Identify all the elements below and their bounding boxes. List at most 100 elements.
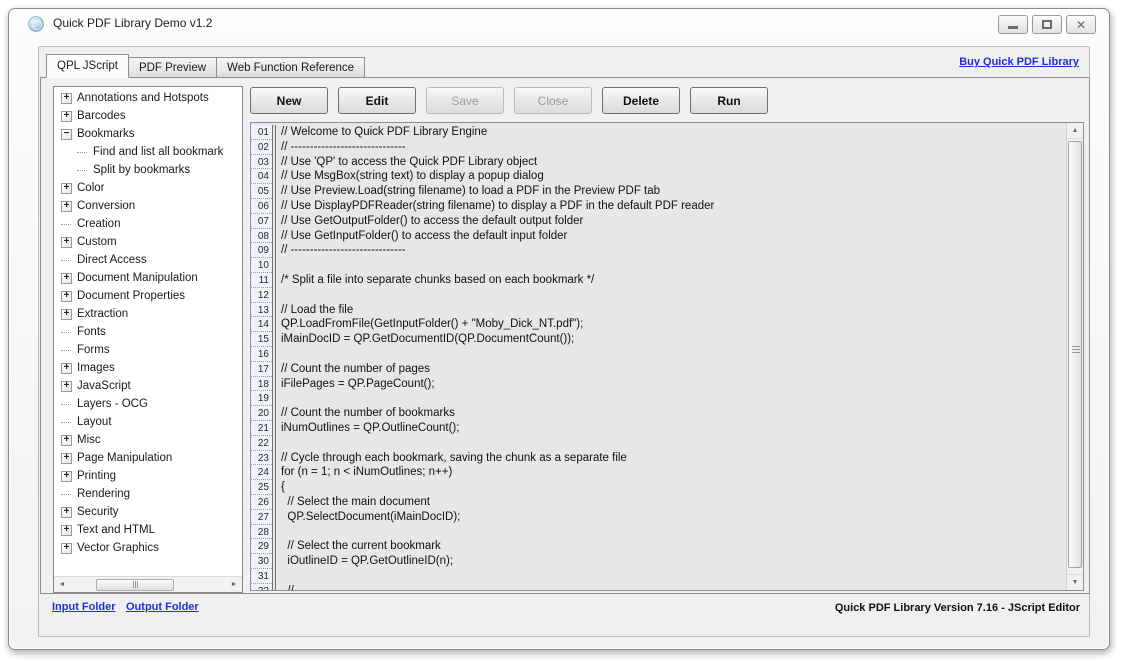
editor-vertical-scrollbar[interactable]: ▲ ▼ bbox=[1066, 123, 1083, 590]
app-icon bbox=[28, 16, 44, 32]
tree-item-annotations-and-hotspots[interactable]: + Annotations and Hotspots bbox=[54, 89, 242, 107]
tree-item-label: Layers - OCG bbox=[77, 398, 148, 410]
tree-item-color[interactable]: +Color bbox=[54, 179, 242, 197]
tree-item-forms[interactable]: Forms bbox=[54, 341, 242, 359]
line-number: 08 bbox=[251, 229, 272, 244]
tab-qpl-jscript[interactable]: QPL JScript bbox=[46, 54, 129, 78]
line-number: 17 bbox=[251, 362, 272, 377]
tree-item-page-manipulation[interactable]: +Page Manipulation bbox=[54, 449, 242, 467]
expand-icon[interactable]: + bbox=[61, 93, 72, 104]
run-button[interactable]: Run bbox=[690, 87, 768, 114]
tree-item-creation[interactable]: Creation bbox=[54, 215, 242, 233]
expand-icon[interactable]: + bbox=[61, 543, 72, 554]
code-line: 16 bbox=[251, 347, 1066, 362]
code-editor[interactable]: 01// Welcome to Quick PDF Library Engine… bbox=[250, 122, 1084, 591]
code-text: // Welcome to Quick PDF Library Engine bbox=[276, 125, 1066, 140]
script-category-tree[interactable]: + Annotations and Hotspots +Barcodes−Bookm… bbox=[53, 86, 243, 593]
tree-item-custom[interactable]: +Custom bbox=[54, 233, 242, 251]
code-line: 05// Use Preview.Load(string filename) t… bbox=[251, 184, 1066, 199]
line-number: 13 bbox=[251, 303, 272, 318]
tree-item-direct-access[interactable]: Direct Access bbox=[54, 251, 242, 269]
tree-item-conversion[interactable]: +Conversion bbox=[54, 197, 242, 215]
code-line: 24for (n = 1; n < iNumOutlines; n++) bbox=[251, 465, 1066, 480]
code-line: 15iMainDocID = QP.GetDocumentID(QP.Docum… bbox=[251, 332, 1066, 347]
editor-vscroll-thumb[interactable] bbox=[1068, 141, 1082, 568]
edit-button[interactable]: Edit bbox=[338, 87, 416, 114]
tree-hscroll-thumb[interactable] bbox=[96, 579, 174, 591]
code-text: // ... bbox=[276, 584, 1066, 590]
scroll-right-icon[interactable]: ► bbox=[226, 577, 242, 593]
expand-icon[interactable]: + bbox=[61, 111, 72, 122]
app-window: Quick PDF Library Demo v1.2 ✕ QPL JScrip… bbox=[8, 8, 1110, 650]
collapse-icon[interactable]: − bbox=[61, 129, 72, 140]
close-button[interactable]: ✕ bbox=[1066, 15, 1096, 34]
tree-item-fonts[interactable]: Fonts bbox=[54, 323, 242, 341]
main-panel: QPL JScriptPDF PreviewWeb Function Refer… bbox=[38, 46, 1090, 637]
code-line: 02// ------------------------------ bbox=[251, 140, 1066, 155]
new-button[interactable]: New bbox=[250, 87, 328, 114]
tree-item-document-manipulation[interactable]: +Document Manipulation bbox=[54, 269, 242, 287]
tree-item-printing[interactable]: +Printing bbox=[54, 467, 242, 485]
tree-item-images[interactable]: +Images bbox=[54, 359, 242, 377]
code-text: iNumOutlines = QP.OutlineCount(); bbox=[276, 421, 1066, 436]
tree-item-layout[interactable]: Layout bbox=[54, 413, 242, 431]
tree-item-vector-graphics[interactable]: +Vector Graphics bbox=[54, 539, 242, 557]
code-text: // Load the file bbox=[276, 303, 1066, 318]
expand-icon[interactable]: + bbox=[61, 471, 72, 482]
tree-item-text-and-html[interactable]: +Text and HTML bbox=[54, 521, 242, 539]
tree-item-misc[interactable]: + Misc bbox=[54, 431, 242, 449]
minimize-button[interactable] bbox=[998, 15, 1028, 34]
tree-item-security[interactable]: +Security bbox=[54, 503, 242, 521]
expand-icon[interactable]: + bbox=[61, 291, 72, 302]
tree-item-extraction[interactable]: +Extraction bbox=[54, 305, 242, 323]
tree-item-split-by-bookmarks[interactable]: Split by bookmarks bbox=[54, 161, 242, 179]
code-text: // Select the current bookmark bbox=[276, 539, 1066, 554]
scroll-up-icon[interactable]: ▲ bbox=[1067, 123, 1083, 139]
expand-icon[interactable]: + bbox=[61, 507, 72, 518]
scroll-left-icon[interactable]: ◄ bbox=[54, 577, 70, 593]
line-number: 11 bbox=[251, 273, 272, 288]
buy-quick-pdf-library-link[interactable]: Buy Quick PDF Library bbox=[959, 56, 1079, 68]
tree-item-find-and-list-all-bookmark[interactable]: Find and list all bookmark bbox=[54, 143, 242, 161]
code-text: for (n = 1; n < iNumOutlines; n++) bbox=[276, 465, 1066, 480]
expand-icon[interactable]: + bbox=[61, 309, 72, 320]
input-folder-link[interactable]: Input Folder bbox=[52, 601, 116, 613]
tab-web-function-reference[interactable]: Web Function Reference bbox=[217, 57, 365, 78]
delete-button[interactable]: Delete bbox=[602, 87, 680, 114]
output-folder-link[interactable]: Output Folder bbox=[126, 601, 199, 613]
tree-item-barcodes[interactable]: +Barcodes bbox=[54, 107, 242, 125]
tree-leaf-connector bbox=[61, 404, 71, 405]
expand-icon[interactable]: + bbox=[61, 435, 72, 446]
title-bar[interactable]: Quick PDF Library Demo v1.2 ✕ bbox=[9, 9, 1109, 39]
tree-item-rendering[interactable]: Rendering bbox=[54, 485, 242, 503]
expand-icon[interactable]: + bbox=[61, 453, 72, 464]
scroll-down-icon[interactable]: ▼ bbox=[1067, 574, 1083, 590]
tree-leaf-connector bbox=[61, 422, 71, 423]
tree-item-label: Creation bbox=[77, 218, 120, 230]
tree-item-document-properties[interactable]: +Document Properties bbox=[54, 287, 242, 305]
tree-item-label: Misc bbox=[77, 434, 101, 446]
tab-pdf-preview[interactable]: PDF Preview bbox=[129, 57, 217, 78]
line-number: 10 bbox=[251, 258, 272, 273]
maximize-button[interactable] bbox=[1032, 15, 1062, 34]
editor-toolbar: NewEditSaveCloseDeleteRun bbox=[250, 87, 768, 114]
line-number: 26 bbox=[251, 495, 272, 510]
code-text: // Use GetOutputFolder() to access the d… bbox=[276, 214, 1066, 229]
code-text: QP.LoadFromFile(GetInputFolder() + "Moby… bbox=[276, 317, 1066, 332]
tree-item-bookmarks[interactable]: −Bookmarks bbox=[54, 125, 242, 143]
expand-icon[interactable]: + bbox=[61, 201, 72, 212]
tree-item-javascript[interactable]: +JavaScript bbox=[54, 377, 242, 395]
expand-icon[interactable]: + bbox=[61, 237, 72, 248]
expand-icon[interactable]: + bbox=[61, 525, 72, 536]
code-text bbox=[276, 436, 1066, 451]
line-number: 27 bbox=[251, 510, 272, 525]
expand-icon[interactable]: + bbox=[61, 381, 72, 392]
expand-icon[interactable]: + bbox=[61, 183, 72, 194]
code-text bbox=[276, 525, 1066, 540]
expand-icon[interactable]: + bbox=[61, 273, 72, 284]
code-text: // ------------------------------ bbox=[276, 243, 1066, 258]
expand-icon[interactable]: + bbox=[61, 363, 72, 374]
tree-item-label: Annotations and Hotspots bbox=[77, 92, 209, 104]
tree-item-layers-ocg[interactable]: Layers - OCG bbox=[54, 395, 242, 413]
tree-horizontal-scrollbar[interactable]: ◄ ► bbox=[54, 576, 242, 592]
